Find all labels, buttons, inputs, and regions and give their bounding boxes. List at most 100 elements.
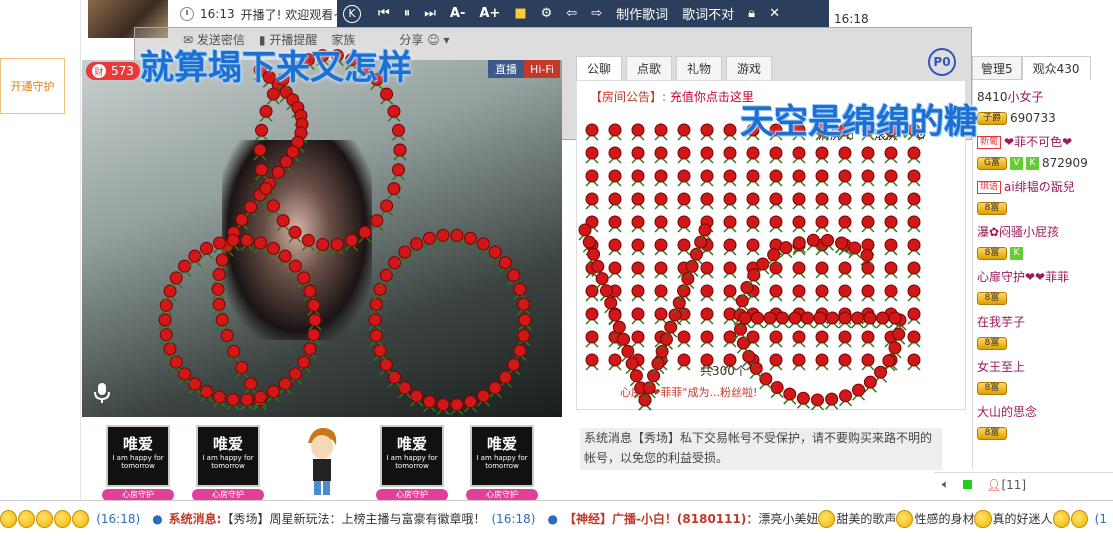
p0-icon[interactable]: P0: [928, 48, 956, 76]
viewer-name[interactable]: 心扉守护❤❤菲菲: [977, 270, 1069, 284]
tab-managers[interactable]: 管理5: [972, 56, 1022, 80]
ticker-time: (1: [1094, 511, 1107, 526]
viewer-row[interactable]: 瀑✿闷骚小屁孩: [977, 223, 1059, 240]
top-time: 16:13: [200, 7, 235, 21]
viewer-name[interactable]: ai绯韫の翫兒: [1004, 180, 1075, 194]
back-arrow-icon[interactable]: ⇦: [559, 6, 584, 21]
system-message-line1: 系统消息【秀场】私下交易帐号不受保护，请不要购买来路不明的: [584, 431, 933, 445]
viewer-row[interactable]: 在我芋子: [977, 313, 1025, 330]
title-tag: 新葡: [977, 136, 1002, 149]
guardian-sub: I am happy for tomorrow: [112, 454, 164, 470]
guardian-sub: I am happy for tomorrow: [386, 454, 438, 470]
tab-song-request[interactable]: 点歌: [626, 56, 673, 80]
color-icon[interactable]: ■: [507, 6, 533, 21]
system-message-line2: 帐号，以免您的利益受损。: [584, 451, 729, 465]
forward-arrow-icon[interactable]: ⇨: [584, 6, 609, 21]
ticker-time: (16:18): [491, 511, 536, 526]
viewer-row[interactable]: 子爵 690733: [977, 111, 1056, 125]
viewer-row[interactable]: 女王至上: [977, 358, 1025, 375]
vip-badge-icon: K: [1026, 156, 1039, 170]
emoji-icon: [36, 509, 54, 528]
cartoon-avatar[interactable]: [302, 425, 342, 499]
live-button[interactable]: 直播: [488, 60, 524, 78]
video-image: [222, 140, 372, 340]
guardian-title: 唯爱: [396, 435, 427, 453]
ticker-broadcast-text: 性感的身材: [914, 512, 975, 526]
pause-icon[interactable]: ⏸: [397, 6, 418, 21]
open-guardian-label: 开通守护: [10, 80, 55, 93]
bullet-icon: ●: [152, 511, 163, 526]
microphone-icon[interactable]: [92, 382, 112, 404]
ticker-sys-text: 【秀场】周星新玩法：上榜主播与富豪有徽章哦！: [221, 512, 486, 526]
ticker-sys-label: 系统消息:: [168, 512, 222, 526]
level-badge-icon: G富: [977, 156, 1007, 170]
right-time: 16:18: [834, 12, 869, 26]
settings-gear-icon[interactable]: ⚙: [534, 6, 560, 21]
viewer-row[interactable]: 新葡 ❤菲不可色❤: [977, 133, 1072, 150]
open-guardian-button[interactable]: 开通守护: [0, 58, 65, 114]
chat-tabs: 公聊 点歌 礼物 游戏: [576, 56, 773, 80]
left-divider: [80, 0, 81, 500]
viewer-name[interactable]: 小女子: [1008, 90, 1044, 104]
guardian-card[interactable]: 唯爱 I am happy for tomorrow: [470, 425, 534, 487]
lyric-line-right: 天空是绵绵的糖: [740, 102, 978, 142]
emoji-icon: [72, 509, 90, 528]
lyrics-logo-icon[interactable]: K: [343, 4, 361, 23]
viewer-row[interactable]: 心扉守护❤❤菲菲: [977, 268, 1069, 285]
level-badge-icon: 8富: [977, 246, 1007, 260]
fan-count: 573: [111, 64, 134, 78]
vip-badge-icon: V: [1010, 156, 1023, 170]
fan-icon: 财: [92, 64, 106, 78]
level-badge-icon: 子爵: [977, 111, 1007, 125]
viewer-name[interactable]: 大山的思念: [977, 405, 1037, 419]
guardian-card[interactable]: 唯爱 I am happy for tomorrow: [106, 425, 170, 487]
viewer-row[interactable]: 8富: [977, 201, 1010, 215]
guardian-sub: I am happy for tomorrow: [202, 454, 254, 470]
level-badge-icon: 8富: [977, 291, 1007, 305]
tab-gifts[interactable]: 礼物: [676, 56, 723, 80]
viewer-name[interactable]: 瀑✿闷骚小屁孩: [977, 225, 1059, 239]
viewer-row[interactable]: 8富: [977, 426, 1010, 440]
hifi-button[interactable]: Hi-Fi: [524, 60, 560, 78]
emoji-icon: [1052, 509, 1070, 528]
viewer-row[interactable]: 8富: [977, 291, 1010, 305]
close-icon[interactable]: ✕: [762, 6, 787, 21]
fan-badge[interactable]: 财 573: [86, 62, 140, 80]
next-icon[interactable]: ⏭: [417, 6, 443, 21]
prev-icon[interactable]: ⏮: [371, 6, 397, 21]
system-message: 系统消息【秀场】私下交易帐号不受保护，请不要购买来路不明的 帐号，以免您的利益受…: [580, 428, 942, 470]
viewer-row[interactable]: 8410小女子: [977, 88, 1044, 105]
viewer-name[interactable]: 女王至上: [977, 360, 1025, 374]
emoji-icon: [896, 509, 914, 528]
emoji-icon: [18, 509, 36, 528]
viewer-row[interactable]: G富 V K 872909: [977, 156, 1088, 170]
viewer-list[interactable]: 8410小女子 子爵 690733 新葡 ❤菲不可色❤ G富 V K 872909 琪语 ai绯韫の…: [972, 80, 1113, 470]
guardian-title: 唯爱: [486, 435, 517, 453]
viewer-row[interactable]: 大山的思念: [977, 403, 1037, 420]
vip-badge-icon: K: [1010, 246, 1023, 260]
ticker-time: (16:18): [96, 511, 141, 526]
font-smaller-icon[interactable]: A-: [443, 6, 472, 21]
volume-icon[interactable]: 🔈︎: [942, 477, 949, 492]
tab-viewers[interactable]: 观众430: [1021, 56, 1091, 80]
viewer-row[interactable]: 8富: [977, 381, 1010, 395]
lyrics-toolbar: K ⏮ ⏸ ⏭ A- A+ ■ ⚙ ⇦ ⇨ 制作歌词 歌词不对 🔒︎ ✕: [337, 0, 829, 27]
level-badge-icon: 8富: [977, 201, 1007, 215]
viewer-row[interactable]: 8富 K: [977, 246, 1026, 260]
viewer-row[interactable]: 8富: [977, 336, 1010, 350]
tab-games[interactable]: 游戏: [726, 56, 773, 80]
guardian-title: 唯爱: [212, 435, 243, 453]
ticker-broadcast-text: 真的好迷人: [992, 512, 1053, 526]
font-larger-icon[interactable]: A+: [472, 6, 507, 21]
viewer-name[interactable]: ❤菲不可色❤: [1004, 135, 1072, 149]
video-player[interactable]: [82, 60, 562, 417]
wrong-lyrics-button[interactable]: 歌词不对: [675, 4, 741, 23]
guardian-card[interactable]: 唯爱 I am happy for tomorrow: [196, 425, 260, 487]
viewer-name[interactable]: 在我芋子: [977, 315, 1025, 329]
make-lyrics-button[interactable]: 制作歌词: [609, 4, 675, 23]
online-count[interactable]: 👤︎[11]: [986, 478, 1026, 492]
viewer-row[interactable]: 琪语 ai绯韫の翫兒: [977, 178, 1075, 195]
guardian-card[interactable]: 唯爱 I am happy for tomorrow: [380, 425, 444, 487]
tab-public-chat[interactable]: 公聊: [576, 56, 623, 80]
lock-icon[interactable]: 🔒︎: [741, 6, 762, 21]
